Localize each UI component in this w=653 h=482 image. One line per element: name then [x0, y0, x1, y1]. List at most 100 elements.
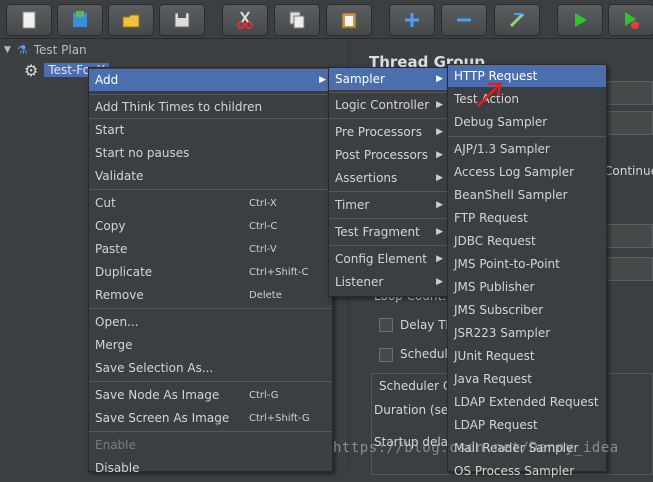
submenu-arrow-icon: ▶ [436, 74, 443, 84]
menu-separator [448, 136, 606, 137]
save-button[interactable] [159, 4, 205, 36]
copy-button[interactable] [274, 4, 320, 36]
collapse-button[interactable] [441, 4, 487, 36]
submenu-item-sampler[interactable]: Sampler ▶ [329, 68, 449, 90]
menu-item-remove[interactable]: Remove Delete [89, 284, 332, 306]
menu-item-start-no-pauses[interactable]: Start no pauses [89, 142, 332, 164]
cut-button[interactable] [222, 4, 268, 36]
menu-item-validate[interactable]: Validate [89, 165, 332, 187]
menu-item-add[interactable]: Add ▶ [89, 69, 332, 91]
menu-item-paste[interactable]: Paste Ctrl-V [89, 238, 332, 260]
menu-item-save-screen-image[interactable]: Save Screen As Image Ctrl+Shift-G [89, 407, 332, 429]
sampler-item-debug-sampler[interactable]: Debug Sampler [448, 111, 606, 133]
menu-item-merge[interactable]: Merge [89, 334, 332, 356]
menu-separator [329, 245, 449, 246]
sampler-item-ldap-extended[interactable]: LDAP Extended Request [448, 391, 606, 413]
sampler-item-jms-p2p[interactable]: JMS Point-to-Point [448, 253, 606, 275]
collapse-icon [457, 18, 471, 22]
menu-item-cut[interactable]: Cut Ctrl-X [89, 192, 332, 214]
sampler-item-access-log[interactable]: Access Log Sampler [448, 161, 606, 183]
menu-item-start[interactable]: Start [89, 119, 332, 141]
menu-item-save-selection[interactable]: Save Selection As... [89, 357, 332, 379]
tree-item-label: Test Plan [33, 43, 87, 57]
menu-separator [89, 308, 332, 309]
scheduler-checkbox[interactable] [379, 348, 393, 362]
submenu-arrow-icon: ▶ [436, 150, 443, 160]
submenu-arrow-icon: ▶ [436, 227, 443, 237]
submenu-arrow-icon: ▶ [436, 200, 443, 210]
menu-separator [329, 191, 449, 192]
menu-item-copy[interactable]: Copy Ctrl-C [89, 215, 332, 237]
duration-label: Duration (sec [374, 403, 455, 417]
context-menu: Add ▶ Add Think Times to children Start … [88, 67, 333, 475]
continue-option[interactable]: Continue [604, 164, 653, 178]
menu-separator [329, 118, 449, 119]
menu-separator [89, 381, 332, 382]
start-no-pauses-button[interactable] [608, 4, 653, 36]
submenu-arrow-icon: ▶ [319, 75, 326, 85]
menu-item-add-think-times[interactable]: Add Think Times to children [89, 96, 332, 118]
menu-separator [329, 218, 449, 219]
templates-button[interactable] [57, 4, 103, 36]
templates-icon [73, 11, 87, 27]
sampler-item-ajp[interactable]: AJP/1.3 Sampler [448, 138, 606, 160]
submenu-item-post-processors[interactable]: Post Processors ▶ [329, 144, 449, 166]
sampler-item-ftp[interactable]: FTP Request [448, 207, 606, 229]
expand-icon [405, 13, 419, 27]
submenu-item-test-fragment[interactable]: Test Fragment ▶ [329, 221, 449, 243]
sampler-item-os-process[interactable]: OS Process Sampler [448, 460, 606, 482]
open-icon [122, 14, 140, 28]
scheduler-config-label: Scheduler C [377, 379, 454, 393]
red-arrow-annotation [477, 82, 502, 107]
paste-icon [341, 12, 357, 29]
sampler-item-ldap[interactable]: LDAP Request [448, 414, 606, 436]
toggle-button[interactable] [494, 4, 540, 36]
submenu-item-timer[interactable]: Timer ▶ [329, 194, 449, 216]
delay-thread-checkbox[interactable] [379, 318, 393, 332]
sampler-item-jsr223[interactable]: JSR223 Sampler [448, 322, 606, 344]
submenu-item-config-element[interactable]: Config Element ▶ [329, 248, 449, 270]
tree-item-test-plan[interactable]: ▼ ⚗ Test Plan [4, 41, 87, 59]
menu-item-disable[interactable]: Disable [89, 457, 332, 479]
sampler-item-junit[interactable]: JUnit Request [448, 345, 606, 367]
cut-icon [237, 11, 253, 29]
submenu-arrow-icon: ▶ [436, 100, 443, 110]
open-button[interactable] [108, 4, 154, 36]
sampler-submenu: HTTP Request Test Action Debug Sampler A… [447, 64, 607, 478]
start-button[interactable] [557, 4, 603, 36]
submenu-item-assertions[interactable]: Assertions ▶ [329, 167, 449, 189]
expand-arrow-icon[interactable]: ▼ [4, 45, 11, 55]
menu-item-duplicate[interactable]: Duplicate Ctrl+Shift-C [89, 261, 332, 283]
new-icon [22, 11, 36, 29]
sampler-item-jdbc[interactable]: JDBC Request [448, 230, 606, 252]
expand-button[interactable] [389, 4, 435, 36]
add-submenu: Sampler ▶ Logic Controller ▶ Pre Processor… [328, 67, 450, 297]
gear-icon: ⚙ [24, 60, 39, 80]
sampler-item-jms-publisher[interactable]: JMS Publisher [448, 276, 606, 298]
submenu-arrow-icon: ▶ [436, 277, 443, 287]
start-icon [575, 13, 587, 27]
menu-separator [89, 94, 332, 95]
submenu-item-pre-processors[interactable]: Pre Processors ▶ [329, 121, 449, 143]
menu-separator [89, 189, 332, 190]
sampler-item-jms-subscriber[interactable]: JMS Subscriber [448, 299, 606, 321]
toggle-icon [509, 12, 525, 28]
menu-item-enable: Enable [95, 438, 136, 452]
menu-item-save-node-image[interactable]: Save Node As Image Ctrl-G [89, 384, 332, 406]
submenu-arrow-icon: ▶ [436, 173, 443, 183]
save-icon [174, 12, 190, 28]
toolbar [0, 0, 653, 39]
submenu-arrow-icon: ▶ [436, 254, 443, 264]
menu-item-open[interactable]: Open... [89, 311, 332, 333]
flask-icon: ⚗ [16, 43, 28, 57]
submenu-item-logic-controller[interactable]: Logic Controller ▶ [329, 94, 449, 116]
delay-thread-label: Delay Th [400, 318, 454, 332]
sampler-item-java[interactable]: Java Request [448, 368, 606, 390]
start-no-pauses-icon [625, 12, 639, 29]
new-button[interactable] [6, 4, 52, 36]
sampler-item-beanshell[interactable]: BeanShell Sampler [448, 184, 606, 206]
submenu-item-listener[interactable]: Listener ▶ [329, 271, 449, 293]
submenu-arrow-icon: ▶ [436, 127, 443, 137]
menu-separator [89, 431, 332, 432]
paste-button[interactable] [326, 4, 372, 36]
